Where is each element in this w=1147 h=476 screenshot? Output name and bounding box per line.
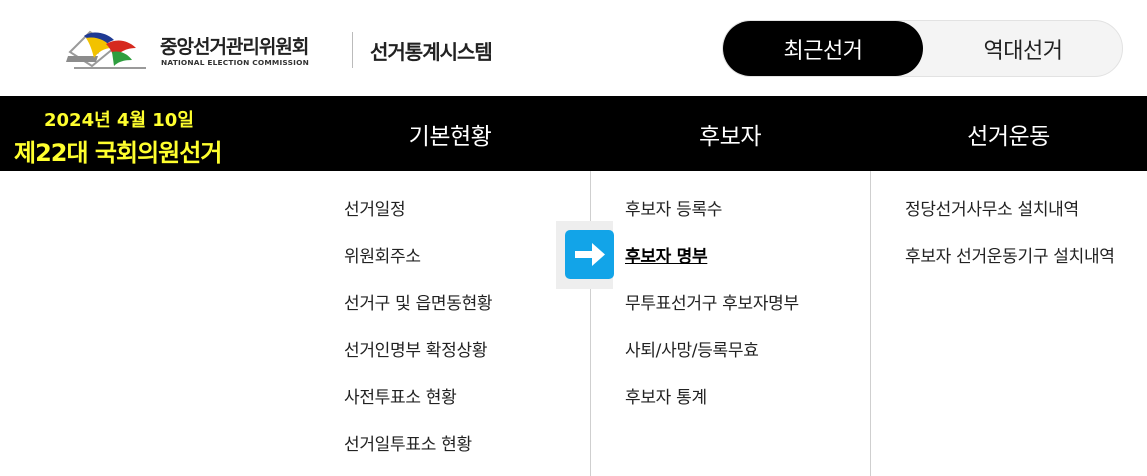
logo-korean-text: 중앙선거관리위원회 [160,36,309,58]
header-divider [352,32,353,68]
menu-item-voter-register[interactable]: 선거인명부 확정상황 [344,340,584,363]
menu-item-district-status[interactable]: 선거구 및 읍면동현황 [344,293,584,316]
menu-item-candidate-registrations[interactable]: 후보자 등록수 [625,199,865,222]
current-menu-indicator [556,221,614,289]
past-elections-button[interactable]: 역대선거 [923,21,1123,76]
election-name[interactable]: 제22대 국회의원선거 [14,133,222,168]
mega-menu: 선거일정 위원회주소 선거구 및 읍면동현황 선거인명부 확정상황 사전투표소 … [0,171,1147,476]
menu-item-candidate-statistics[interactable]: 후보자 통계 [625,387,865,410]
election-type-toggle: 최근선거 역대선거 [722,20,1123,77]
tab-campaign[interactable]: 선거운동 [870,96,1147,171]
column-divider [870,171,871,476]
arrow-right-icon [565,230,614,279]
menu-item-early-polling-stations[interactable]: 사전투표소 현황 [344,387,584,410]
page: 중앙선거관리위원회 NATIONAL ELECTION COMMISSION 선… [0,0,1147,476]
nec-logo[interactable]: 중앙선거관리위원회 NATIONAL ELECTION COMMISSION [62,14,332,76]
menu-item-election-day-polling-stations[interactable]: 선거일투표소 현황 [344,434,584,457]
menu-item-election-schedule[interactable]: 선거일정 [344,199,584,222]
tab-basic-status[interactable]: 기본현황 [310,96,590,171]
menu-column-candidates: 후보자 등록수 후보자 명부 무투표선거구 후보자명부 사퇴/사망/등록무효 후… [625,199,865,434]
system-title[interactable]: 선거통계시스템 [370,36,493,65]
menu-item-candidate-list[interactable]: 후보자 명부 [625,246,865,269]
nec-emblem-icon [66,30,146,69]
menu-column-basic-status: 선거일정 위원회주소 선거구 및 읍면동현황 선거인명부 확정상황 사전투표소 … [344,199,584,476]
menu-item-committee-address[interactable]: 위원회주소 [344,246,584,269]
column-divider [590,171,591,476]
election-date: 2024년 4월 10일 [44,110,194,131]
menu-item-candidate-campaign-organizations[interactable]: 후보자 선거운동기구 설치내역 [905,246,1120,269]
main-nav: 2024년 4월 10일 제22대 국회의원선거 기본현황 후보자 선거운동 [0,96,1147,171]
tab-candidates[interactable]: 후보자 [590,96,870,171]
recent-election-button[interactable]: 최근선거 [723,21,923,76]
menu-item-uncontested-candidate-list[interactable]: 무투표선거구 후보자명부 [625,293,865,316]
menu-item-withdrawal-death-invalid[interactable]: 사퇴/사망/등록무효 [625,340,865,363]
menu-column-campaign: 정당선거사무소 설치내역 후보자 선거운동기구 설치내역 [905,199,1120,293]
menu-item-party-office-installations[interactable]: 정당선거사무소 설치내역 [905,199,1120,222]
header: 중앙선거관리위원회 NATIONAL ELECTION COMMISSION 선… [0,0,1147,96]
logo-english-text: NATIONAL ELECTION COMMISSION [161,58,309,67]
